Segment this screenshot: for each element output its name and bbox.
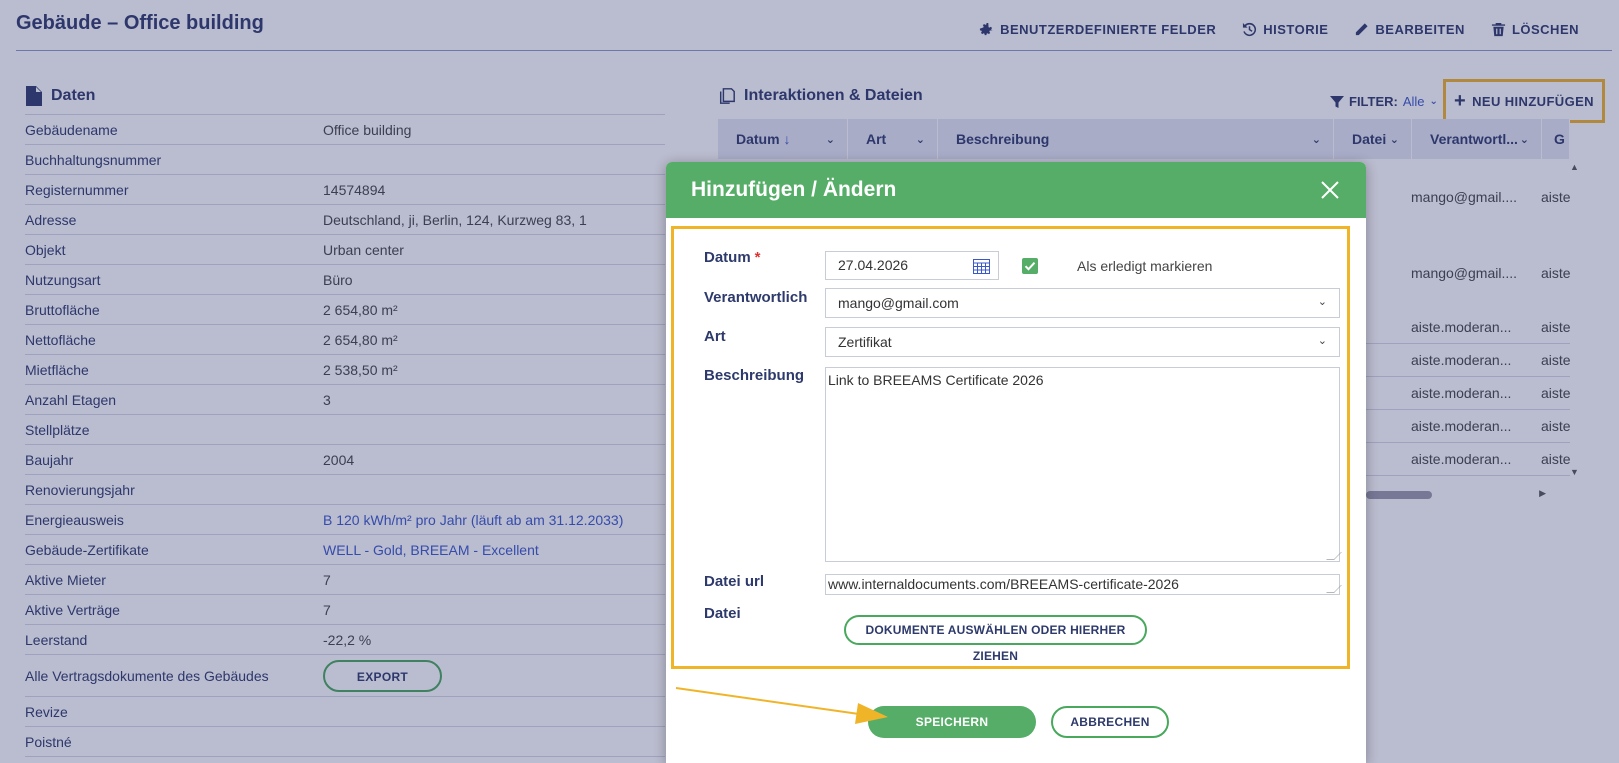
file-label: Datei [704, 605, 741, 622]
date-label-text: Datum [704, 249, 751, 266]
save-button[interactable]: SPEICHERN [868, 706, 1036, 738]
description-label: Beschreibung [704, 367, 805, 384]
select-documents-button[interactable]: DOKUMENTE AUSWÄHLEN ODER HIERHER ZIEHEN [844, 615, 1147, 663]
type-select[interactable]: Zertifikat ⌄ [825, 327, 1340, 357]
add-edit-dialog: Hinzufügen / Ändern Datum * 27.04.2026 Al… [666, 162, 1366, 763]
url-value: www.internaldocuments.com/BREEAMS-certif… [828, 576, 1179, 592]
responsible-label: Verantwortlich [704, 289, 808, 306]
chevron-down-icon: ⌄ [1317, 335, 1327, 347]
url-label: Datei url [704, 573, 765, 590]
type-label: Art [704, 328, 726, 345]
description-value: Link to BREEAMS Certificate 2026 [828, 372, 1044, 388]
page: Gebäude – Office building BENUTZERDEFINI… [0, 0, 1619, 763]
close-icon[interactable] [1320, 180, 1340, 200]
responsible-value: mango@gmail.com [838, 295, 959, 311]
done-label: Als erledigt markieren [1077, 258, 1213, 274]
type-value: Zertifikat [838, 334, 892, 350]
url-field[interactable]: www.internaldocuments.com/BREEAMS-certif… [825, 574, 1342, 595]
date-field[interactable]: 27.04.2026 [825, 251, 999, 280]
resize-handle[interactable] [1326, 585, 1342, 593]
check-icon [1024, 262, 1036, 271]
responsible-select[interactable]: mango@gmail.com ⌄ [825, 288, 1340, 318]
dialog-header: Hinzufügen / Ändern [666, 162, 1366, 218]
date-label: Datum * [704, 249, 761, 266]
calendar-icon[interactable] [973, 259, 990, 274]
chevron-down-icon: ⌄ [1317, 296, 1327, 308]
required-marker: * [754, 249, 761, 266]
description-textarea[interactable]: Link to BREEAMS Certificate 2026 [825, 367, 1342, 562]
cancel-button[interactable]: ABBRECHEN [1051, 706, 1169, 738]
resize-handle[interactable] [1326, 552, 1342, 560]
date-value: 27.04.2026 [838, 257, 909, 273]
form-highlight: Datum * 27.04.2026 Als erledigt markieren… [671, 226, 1350, 669]
dialog-title: Hinzufügen / Ändern [691, 178, 897, 201]
done-checkbox[interactable] [1022, 258, 1038, 274]
